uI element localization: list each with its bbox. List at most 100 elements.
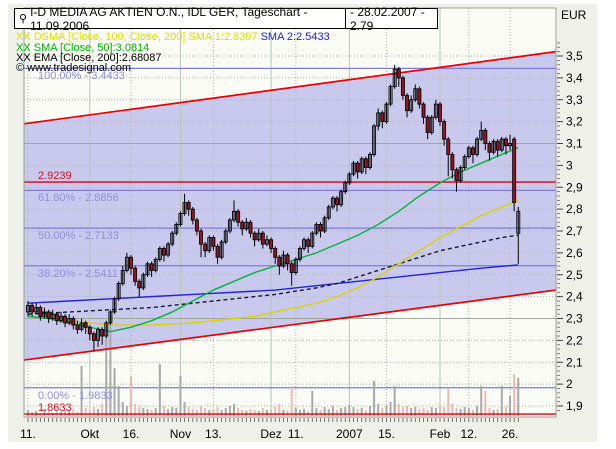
volume-bar: [447, 388, 449, 416]
candle-body: [443, 122, 446, 140]
volume-bar: [357, 409, 359, 416]
candle-body: [401, 78, 404, 96]
volume-bar: [435, 408, 437, 416]
price-axis-tick-label: 3: [566, 158, 573, 172]
volume-bar: [320, 410, 322, 416]
candle-body: [381, 113, 384, 122]
volume-bar: [340, 408, 342, 416]
fib-label-61pct: 61.80% - 2.8856: [38, 192, 119, 204]
candle-body: [150, 264, 153, 271]
price-axis-tick-label: 3,1: [566, 137, 583, 151]
time-axis-tick-label: 11.: [288, 427, 304, 441]
pin-icon[interactable]: ⚲: [19, 12, 27, 25]
candle-body: [471, 148, 474, 155]
currency-axis-label: EUR: [561, 8, 586, 22]
candle-body: [249, 222, 252, 233]
candle-body: [286, 255, 289, 264]
candle-body: [64, 316, 67, 323]
volume-bar: [460, 409, 462, 416]
price-axis-tick-label: 3,3: [566, 93, 583, 107]
volume-bar: [365, 410, 367, 416]
volume-bar: [427, 410, 429, 416]
price-line-label-upper: 2.9239: [38, 170, 72, 182]
volume-bar: [418, 409, 420, 416]
volume-bar: [27, 410, 29, 416]
candle-body: [455, 170, 458, 181]
price-axis-tick-label: 2,8: [566, 202, 583, 216]
volume-bar: [208, 410, 210, 416]
volume-bar: [328, 409, 330, 416]
volume-bar: [254, 410, 256, 416]
title-text-left: I-D MEDIA AG AKTIEN O.N., IDL GER, Tages…: [30, 5, 341, 33]
price-line-label-lower: 1.8633: [38, 402, 72, 414]
volume-bar: [192, 409, 194, 416]
volume-bar: [311, 391, 313, 416]
candle-body: [307, 240, 310, 247]
candle-body: [195, 220, 198, 231]
candle-body: [212, 238, 215, 247]
candle-body: [496, 141, 499, 150]
candle-body: [364, 159, 367, 168]
candle-body: [274, 249, 277, 258]
candle-body: [447, 139, 450, 154]
volume-bar: [212, 409, 214, 416]
volume-bar: [493, 410, 495, 416]
volume-bar: [513, 374, 515, 416]
time-axis-tick-label: 2007: [336, 427, 363, 441]
candle-body: [200, 231, 203, 244]
volume-bar: [455, 408, 457, 416]
volume-bar: [72, 409, 74, 416]
price-axis-tick-label: 2,1: [566, 355, 583, 369]
time-axis-tick-label: 13.: [205, 427, 222, 441]
candle-body: [336, 198, 339, 205]
volume-bar: [118, 386, 120, 416]
legend-dsma-sma2-label: SMA 2:2.5433: [258, 31, 330, 43]
volume-bar: [315, 408, 317, 416]
price-axis-tick-label: 3,2: [566, 115, 583, 129]
volume-bar: [155, 408, 157, 416]
volume-bar: [472, 410, 474, 416]
volume-bar: [179, 376, 181, 416]
volume-bar: [151, 410, 153, 416]
price-axis-tick-label: 3,4: [566, 71, 583, 85]
candle-body: [237, 211, 240, 222]
title-cell-period[interactable]: - 28.02.2007 - 2.79: [345, 9, 437, 28]
volume-bar: [299, 410, 301, 416]
volume-bar: [221, 410, 223, 416]
price-axis-tick-label: 2,2: [566, 333, 583, 347]
volume-bar: [361, 408, 363, 416]
volume-bar: [130, 376, 132, 416]
price-axis-tick-label: 2,7: [566, 224, 583, 238]
candle-body: [162, 249, 165, 256]
candle-body: [76, 325, 79, 329]
volume-bar: [501, 386, 503, 416]
candle-body: [31, 305, 34, 312]
title-cell-instrument[interactable]: ⚲ I-D MEDIA AG AKTIEN O.N., IDL GER, Tag…: [15, 9, 345, 28]
volume-bar: [204, 408, 206, 416]
time-axis-tick-label: 26.: [502, 427, 519, 441]
volume-bar: [509, 396, 511, 416]
candle-body: [216, 246, 219, 257]
price-axis-tick-label: 3,5: [566, 49, 583, 63]
time-axis-tick-label: Feb: [430, 427, 451, 441]
candle-body: [290, 264, 293, 273]
title-text-right: - 28.02.2007 - 2.79: [350, 5, 433, 33]
volume-bar: [266, 410, 268, 416]
candle-body: [439, 104, 442, 122]
candle-body: [418, 89, 421, 104]
candle-body: [92, 334, 95, 341]
volume-bar: [497, 409, 499, 416]
volume-bar: [517, 378, 519, 416]
volume-bar: [423, 408, 425, 416]
volume-bar: [146, 409, 148, 416]
volume-bar: [282, 410, 284, 416]
chart-title-bar[interactable]: ⚲ I-D MEDIA AG AKTIEN O.N., IDL GER, Tag…: [14, 8, 438, 29]
candle-body: [204, 244, 207, 251]
candle-body: [451, 154, 454, 169]
copyright-notice: © www.tradesignal.com: [16, 62, 131, 74]
candle-body: [426, 117, 429, 132]
time-axis-tick-label: 15.: [378, 427, 395, 441]
time-axis-tick-label: Okt: [80, 427, 99, 441]
volume-bar: [196, 410, 198, 416]
candle-body: [187, 203, 190, 210]
